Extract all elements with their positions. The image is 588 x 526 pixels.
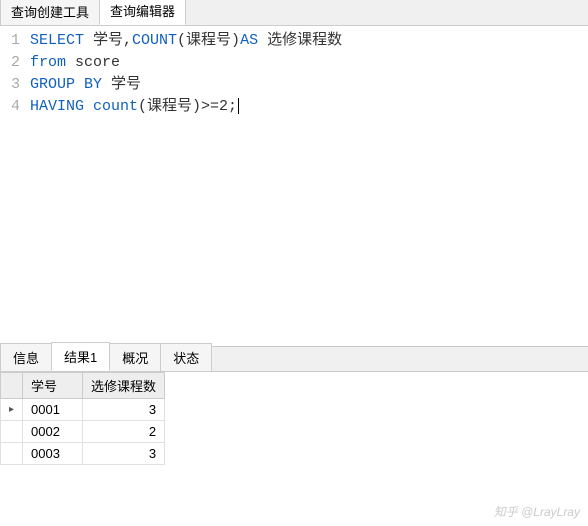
code-line: 4 HAVING count(课程号)>=2;: [0, 96, 588, 118]
sql-editor[interactable]: 1 SELECT 学号,COUNT(课程号)AS 选修课程数 2 from sc…: [0, 26, 588, 346]
line-number: 3: [0, 74, 30, 96]
cell[interactable]: 2: [83, 421, 165, 443]
column-header[interactable]: 选修课程数: [83, 373, 165, 399]
column-header[interactable]: 学号: [23, 373, 83, 399]
line-number: 2: [0, 52, 30, 74]
code-text: HAVING count(课程号)>=2;: [30, 96, 588, 118]
tab-query-builder[interactable]: 查询创建工具: [0, 0, 100, 25]
table-row[interactable]: 0002 2: [1, 421, 165, 443]
code-line: 2 from score: [0, 52, 588, 74]
result-tabs: 信息 结果1 概况 状态: [0, 346, 588, 372]
row-marker-icon: ▸: [1, 399, 23, 421]
row-marker-icon: [1, 443, 23, 465]
row-marker-header: [1, 373, 23, 399]
table-header-row: 学号 选修课程数: [1, 373, 165, 399]
cell[interactable]: 3: [83, 443, 165, 465]
code-text: GROUP BY 学号: [30, 74, 588, 96]
table-row[interactable]: ▸ 0001 3: [1, 399, 165, 421]
tab-result-1[interactable]: 结果1: [51, 342, 110, 371]
cell[interactable]: 3: [83, 399, 165, 421]
code-line: 1 SELECT 学号,COUNT(课程号)AS 选修课程数: [0, 30, 588, 52]
line-number: 1: [0, 30, 30, 52]
watermark: 知乎 @LrayLray: [494, 503, 580, 520]
tab-info[interactable]: 信息: [0, 343, 52, 371]
tab-profile[interactable]: 概况: [109, 343, 161, 371]
line-number: 4: [0, 96, 30, 118]
code-text: SELECT 学号,COUNT(课程号)AS 选修课程数: [30, 30, 588, 52]
result-grid[interactable]: 学号 选修课程数 ▸ 0001 3 0002 2 0003 3: [0, 372, 165, 465]
cell[interactable]: 0001: [23, 399, 83, 421]
cell[interactable]: 0003: [23, 443, 83, 465]
text-cursor: [238, 98, 239, 114]
tab-status[interactable]: 状态: [160, 343, 212, 371]
table-row[interactable]: 0003 3: [1, 443, 165, 465]
code-text: from score: [30, 52, 588, 74]
editor-tabs: 查询创建工具 查询编辑器: [0, 0, 588, 26]
code-line: 3 GROUP BY 学号: [0, 74, 588, 96]
row-marker-icon: [1, 421, 23, 443]
tab-query-editor[interactable]: 查询编辑器: [99, 0, 186, 25]
cell[interactable]: 0002: [23, 421, 83, 443]
